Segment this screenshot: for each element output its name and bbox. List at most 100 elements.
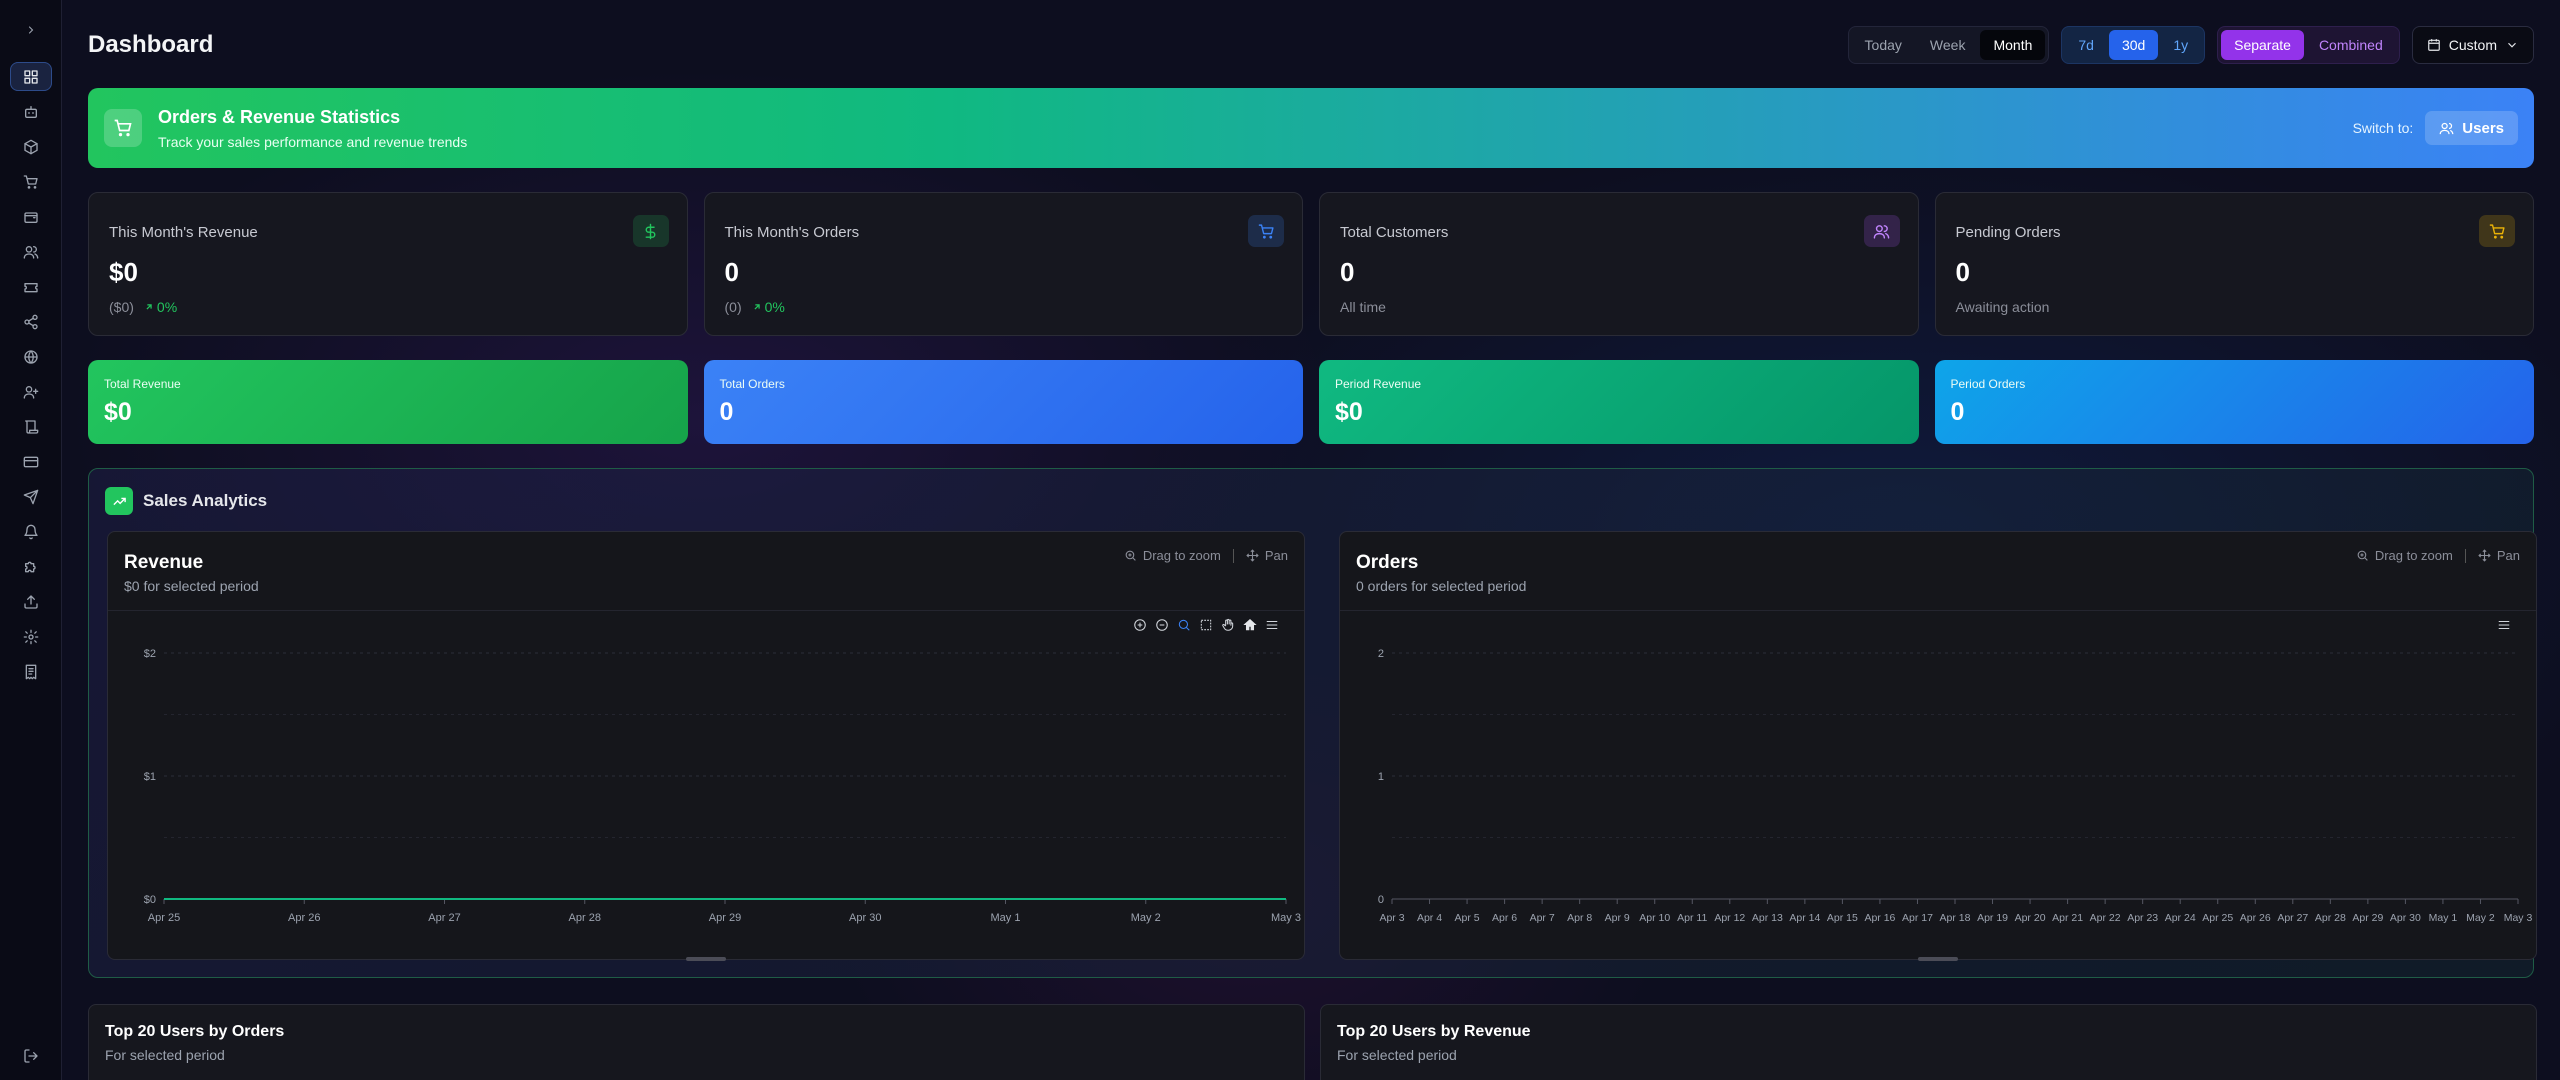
zoom-out-icon[interactable]: [1154, 617, 1170, 633]
pan-hint: Pan: [1246, 548, 1288, 563]
sidebar-item-globe[interactable]: [10, 342, 52, 371]
y-tick-label: $2: [144, 648, 156, 660]
orders-plot[interactable]: 0 1 2 Apr 3 Apr 4 Apr 5 Apr 6 Apr 7 Apr 8 Apr 9 Ap…: [1340, 611, 2538, 961]
x-tick-label: Apr 27: [428, 912, 460, 924]
x-tick-label: Apr 28: [2315, 912, 2346, 924]
header-controls: Today Week Month 7d 30d 1y Separate Comb…: [1847, 26, 2534, 64]
x-tick-label: Apr 12: [1714, 912, 1745, 924]
x-tick-label: Apr 20: [2015, 912, 2046, 924]
sidebar-item-broadcast[interactable]: [10, 482, 52, 511]
sidebar-item-logs[interactable]: [10, 412, 52, 441]
menu-icon[interactable]: [2496, 617, 2512, 633]
y-tick-label: $1: [144, 771, 156, 783]
sidebar-item-dashboard[interactable]: [9, 62, 52, 91]
users-icon: [1863, 215, 1900, 247]
zoom-in-icon[interactable]: [1132, 617, 1148, 633]
x-tick-label: Apr 26: [2240, 912, 2271, 924]
stat-card-pending: Pending Orders 0 Awaiting action: [1934, 192, 2534, 336]
drag-zoom-hint: Drag to zoom: [2356, 548, 2453, 563]
revenue-plot[interactable]: $0 $1 $2 Apr 25 Apr 26 Apr 27 Apr 28 Apr 29 Apr …: [108, 611, 1306, 961]
sidebar-item-orders[interactable]: [10, 167, 52, 196]
x-tick-label: Apr 4: [1417, 912, 1442, 924]
sidebar-item-upload[interactable]: [10, 587, 52, 616]
pan-hint: Pan: [2478, 548, 2520, 563]
period-1y-button[interactable]: 1y: [2160, 30, 2201, 60]
total-label: Total Revenue: [104, 377, 181, 391]
selection-zoom-icon[interactable]: [1176, 617, 1192, 633]
x-tick-label: Apr 24: [2165, 912, 2196, 924]
share-icon: [23, 314, 38, 329]
total-value: $0: [1335, 398, 1363, 426]
total-label: Period Orders: [1950, 377, 2026, 391]
total-label: Period Revenue: [1335, 377, 1422, 391]
range-week-button[interactable]: Week: [1917, 30, 1979, 60]
sidebar-item-payments[interactable]: [10, 447, 52, 476]
reset-home-icon[interactable]: [1242, 617, 1258, 633]
switch-label: Switch to:: [2352, 120, 2414, 136]
mode-separate-button[interactable]: Separate: [2221, 30, 2304, 60]
x-tick-label: May 2: [2466, 912, 2495, 924]
switch-users-button[interactable]: Users: [2425, 111, 2518, 145]
pan-hand-icon[interactable]: [1220, 617, 1236, 633]
x-tick-label: Apr 16: [1864, 912, 1895, 924]
banner-subtitle: Track your sales performance and revenue…: [158, 133, 468, 150]
sidebar-item-users[interactable]: [10, 237, 52, 266]
chart-title: Revenue: [124, 552, 204, 573]
sidebar-item-team[interactable]: [10, 377, 52, 406]
drag-zoom-hint: Drag to zoom: [1124, 548, 1221, 563]
y-tick-label: 1: [1378, 771, 1384, 783]
total-card-revenue: Total Revenue $0: [88, 360, 688, 444]
sales-analytics-panel: Sales Analytics Revenue $0 for selected …: [88, 468, 2537, 978]
select-icon[interactable]: [1198, 617, 1214, 633]
x-tick-label: Apr 11: [1677, 912, 1707, 924]
custom-range-button[interactable]: Custom: [2411, 26, 2534, 64]
stat-change: 0%: [752, 299, 785, 315]
top-users-revenue-card: Top 20 Users by Revenue For selected per…: [1320, 1004, 2537, 1080]
cart-icon: [1248, 215, 1284, 247]
stat-sub: ($0) 0%: [109, 299, 177, 315]
y-tick-label: 2: [1378, 648, 1384, 660]
mode-combined-button[interactable]: Combined: [2306, 30, 2396, 60]
chart-resize-handle[interactable]: [1918, 957, 1958, 961]
x-tick-label: May 3: [2504, 912, 2533, 924]
custom-range-label: Custom: [2448, 37, 2497, 53]
range-toggle: Today Week Month: [1847, 26, 2050, 64]
period-30d-button[interactable]: 30d: [2108, 30, 2159, 60]
stat-cards: This Month's Revenue $0 ($0) 0% This Mont…: [88, 192, 2534, 336]
card-title: Top 20 Users by Orders: [105, 1023, 285, 1040]
sidebar-item-notifications[interactable]: [10, 517, 52, 546]
arrow-up-right-icon: [754, 304, 760, 310]
x-tick-label: Apr 6: [1492, 912, 1517, 924]
cart-icon: [2479, 215, 2515, 247]
sidebar-item-products[interactable]: [10, 132, 52, 161]
sidebar-item-billing[interactable]: [10, 657, 52, 686]
x-tick-label: Apr 8: [1567, 912, 1592, 924]
analytics-title: Sales Analytics: [143, 491, 268, 510]
x-tick-label: May 2: [1131, 912, 1161, 924]
card-subtitle: For selected period: [105, 1047, 225, 1063]
dollar-icon: [632, 215, 669, 247]
logout-button[interactable]: [10, 1041, 52, 1070]
chart-resize-handle[interactable]: [686, 957, 726, 961]
x-tick-label: Apr 15: [1827, 912, 1858, 924]
sidebar-item-referrals[interactable]: [10, 307, 52, 336]
range-month-button[interactable]: Month: [1980, 30, 2046, 60]
stat-sub: All time: [1340, 299, 1386, 315]
total-card-orders: Total Orders 0: [703, 360, 1303, 444]
logout-icon: [23, 1048, 38, 1063]
sidebar-nav: [9, 62, 52, 686]
top-users-orders-card: Top 20 Users by Orders For selected peri…: [88, 1004, 1305, 1080]
sidebar-item-tickets[interactable]: [10, 272, 52, 301]
menu-icon[interactable]: [1264, 617, 1280, 633]
period-7d-button[interactable]: 7d: [2065, 30, 2107, 60]
range-today-button[interactable]: Today: [1852, 30, 1915, 60]
sidebar-item-integrations[interactable]: [10, 552, 52, 581]
scroll-icon: [24, 419, 38, 434]
sidebar-item-wallet[interactable]: [10, 202, 52, 231]
bot-icon: [24, 105, 37, 118]
chevron-down-icon: [2508, 42, 2516, 48]
sidebar-item-bots[interactable]: [10, 97, 52, 126]
sidebar-expand-icon[interactable]: [21, 20, 41, 40]
sidebar-item-settings[interactable]: [10, 622, 52, 651]
receipt-icon: [25, 664, 36, 679]
